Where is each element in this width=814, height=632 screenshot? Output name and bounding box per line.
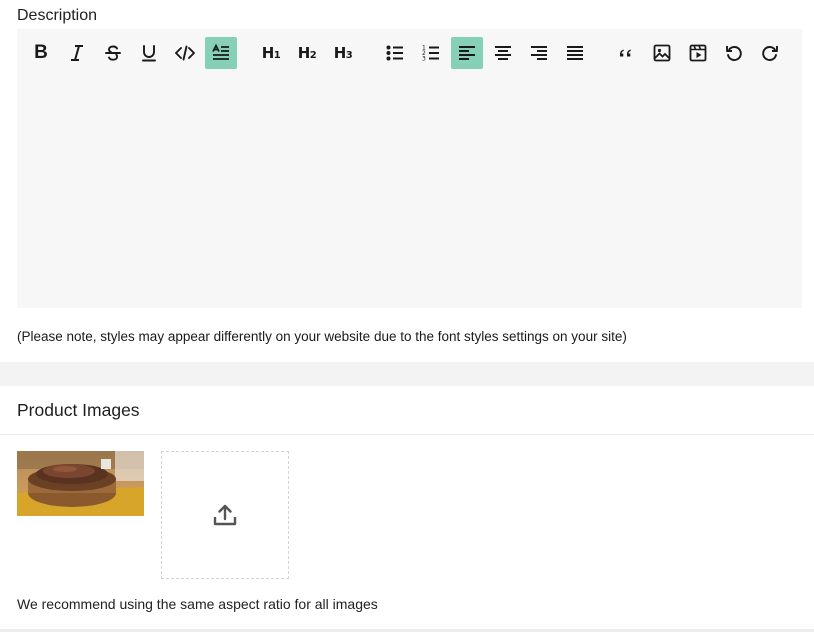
numbered-list-button[interactable]: 123 <box>415 37 447 69</box>
code-icon <box>175 45 195 61</box>
section-separator <box>0 362 814 386</box>
align-right-icon <box>531 46 547 60</box>
bold-button[interactable]: B <box>25 37 57 69</box>
underline-button[interactable] <box>133 37 165 69</box>
redo-icon <box>762 46 778 61</box>
paragraph-format-button[interactable] <box>205 37 237 69</box>
product-images-title: Product Images <box>17 400 140 420</box>
aspect-ratio-recommendation: We recommend using the same aspect ratio… <box>17 596 378 612</box>
product-image-thumbnail[interactable] <box>17 451 144 516</box>
align-justify-icon <box>567 46 583 60</box>
strikethrough-icon <box>105 45 121 61</box>
upload-icon <box>213 504 237 526</box>
heading-3-icon: H3 <box>333 44 353 62</box>
heading-3-button[interactable]: H3 <box>327 37 359 69</box>
insert-video-button[interactable] <box>682 37 714 69</box>
rich-text-editor: B H1 H2 H3 1 2 3 <box>17 29 802 308</box>
product-image-steak <box>17 451 144 516</box>
code-button[interactable] <box>169 37 201 69</box>
divider <box>0 434 814 435</box>
svg-text:3: 3 <box>422 56 426 63</box>
numbered-list-icon: 123 <box>422 45 439 63</box>
redo-button[interactable] <box>754 37 786 69</box>
blockquote-button[interactable] <box>610 37 642 69</box>
description-section: Description B H1 H2 H3 1 2 3 (Please not… <box>0 0 814 362</box>
align-left-button[interactable] <box>451 37 483 69</box>
align-center-icon <box>495 46 511 60</box>
description-label: Description <box>17 7 98 24</box>
align-justify-button[interactable] <box>559 37 591 69</box>
heading-1-button[interactable]: H1 <box>255 37 287 69</box>
paragraph-format-icon <box>212 43 229 60</box>
editor-toolbar: B H1 H2 H3 1 2 3 <box>17 29 802 77</box>
insert-image-button[interactable] <box>646 37 678 69</box>
align-left-icon <box>459 46 475 60</box>
italic-icon <box>71 45 83 61</box>
heading-2-icon: H2 <box>297 44 317 62</box>
underline-icon <box>142 45 156 62</box>
product-images-section: Product Images We recommend using the sa… <box>0 386 814 629</box>
style-notice: (Please note, styles may appear differen… <box>17 329 627 344</box>
image-icon <box>653 44 671 62</box>
strikethrough-button[interactable] <box>97 37 129 69</box>
align-center-button[interactable] <box>487 37 519 69</box>
undo-button[interactable] <box>718 37 750 69</box>
undo-icon <box>726 46 742 61</box>
italic-button[interactable] <box>61 37 93 69</box>
video-icon <box>689 44 707 62</box>
editor-content-area[interactable] <box>17 77 802 308</box>
heading-1-icon: H1 <box>261 44 281 62</box>
bulleted-list-icon <box>386 45 403 61</box>
bold-icon: B <box>34 42 48 63</box>
heading-2-button[interactable]: H2 <box>291 37 323 69</box>
bulleted-list-button[interactable] <box>379 37 411 69</box>
image-upload-dropzone[interactable] <box>161 451 289 579</box>
align-right-button[interactable] <box>523 37 555 69</box>
quote-icon <box>620 49 631 57</box>
